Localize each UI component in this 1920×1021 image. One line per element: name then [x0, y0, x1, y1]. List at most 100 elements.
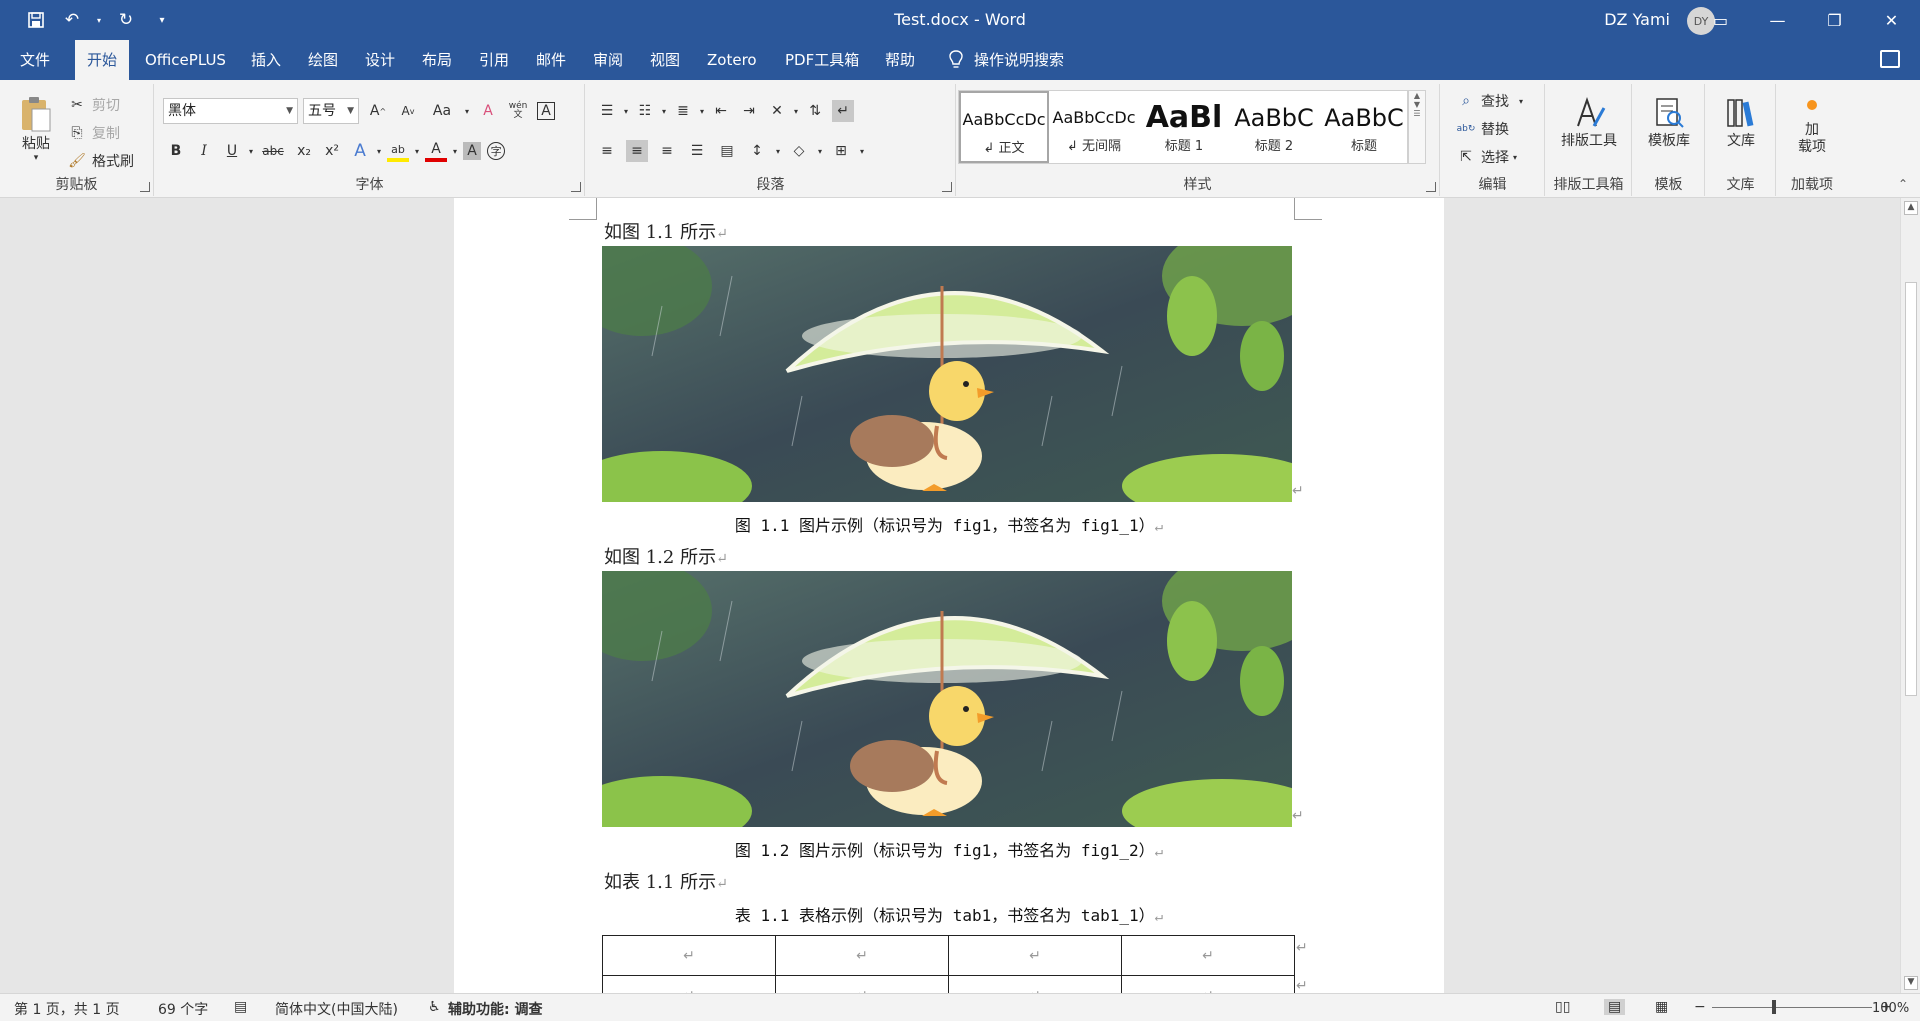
- line-spacing-icon[interactable]: ↕: [746, 140, 768, 162]
- tab-pdf-toolbox[interactable]: PDF工具箱: [773, 40, 871, 80]
- chevron-down-icon[interactable]: ▾: [776, 147, 780, 156]
- zoom-level[interactable]: 100%: [1872, 1001, 1909, 1016]
- figure-caption[interactable]: 图 1.2 图片示例（标识号为 fig1，书签名为 fig1_2）↵: [454, 837, 1444, 861]
- change-case-icon[interactable]: Aa: [427, 100, 457, 122]
- word-count[interactable]: 69 个字: [158, 999, 208, 1019]
- character-border-icon[interactable]: A: [537, 102, 556, 120]
- chevron-down-icon[interactable]: ▾: [453, 147, 457, 156]
- chevron-down-icon[interactable]: ▾: [377, 147, 381, 156]
- font-size-combo[interactable]: 五号 ▼: [303, 98, 359, 124]
- chevron-down-icon[interactable]: ▾: [700, 107, 704, 116]
- select-button[interactable]: ⇱ 选择 ▾: [1455, 146, 1517, 168]
- style-heading-1[interactable]: AaBl 标题 1: [1139, 91, 1229, 163]
- accessibility-status[interactable]: 辅助功能: 调查: [448, 999, 542, 1019]
- clear-formatting-icon[interactable]: A: [477, 100, 499, 122]
- body-paragraph[interactable]: 如表 1.1 所示↵: [604, 868, 728, 894]
- read-mode-icon[interactable]: ▯▯: [1555, 999, 1570, 1015]
- tab-references[interactable]: 引用: [467, 40, 521, 80]
- zoom-slider-handle[interactable]: [1772, 1000, 1776, 1014]
- style-no-spacing[interactable]: AaBbCcDc ↲ 无间隔: [1049, 91, 1139, 163]
- figure-image[interactable]: [602, 571, 1292, 827]
- table-cell[interactable]: ↵: [775, 935, 949, 976]
- styles-gallery-scroll[interactable]: ▲ ▼ ☰: [1408, 90, 1426, 164]
- tab-layout[interactable]: 布局: [410, 40, 464, 80]
- table-cell[interactable]: ↵: [775, 975, 949, 993]
- page-count[interactable]: 第 1 页，共 1 页: [14, 999, 120, 1019]
- typesetting-tool-button[interactable]: 排版工具: [1550, 88, 1628, 158]
- user-name[interactable]: DZ Yami: [1604, 10, 1670, 29]
- multilevel-list-icon[interactable]: ≣: [672, 100, 694, 122]
- shrink-font-icon[interactable]: Av: [397, 100, 419, 122]
- scroll-down-icon[interactable]: ▼: [1904, 976, 1918, 990]
- library-button[interactable]: 文库: [1708, 88, 1774, 158]
- chevron-down-icon[interactable]: ▾: [860, 147, 864, 156]
- font-name-combo[interactable]: 黑体 ▼: [163, 98, 298, 124]
- clipboard-launcher-icon[interactable]: [140, 182, 150, 192]
- style-heading-2[interactable]: AaBbC 标题 2: [1229, 91, 1319, 163]
- distributed-icon[interactable]: ▤: [716, 140, 738, 162]
- grow-font-icon[interactable]: A ^: [367, 100, 389, 122]
- tab-insert[interactable]: 插入: [239, 40, 293, 80]
- minimize-icon[interactable]: —: [1749, 0, 1806, 40]
- table-cell[interactable]: ↵: [602, 975, 776, 993]
- document-table[interactable]: ↵ ↵ ↵ ↵ ↵ ↵ ↵ ↵: [602, 935, 1295, 993]
- comments-icon[interactable]: [1880, 50, 1900, 68]
- numbering-icon[interactable]: ☷: [634, 100, 656, 122]
- style-normal[interactable]: AaBbCcDc ↲ 正文: [959, 91, 1049, 163]
- superscript-icon[interactable]: x²: [321, 140, 343, 162]
- document-workspace[interactable]: 如图 1.1 所示↵ ↵ 图 1.1 图片示例（标识号为 fig1，书签名为 f…: [0, 198, 1900, 993]
- table-cell[interactable]: ↵: [602, 935, 776, 976]
- web-layout-icon[interactable]: ▦: [1655, 999, 1668, 1015]
- underline-icon[interactable]: U: [221, 140, 243, 162]
- decrease-indent-icon[interactable]: ⇤: [710, 100, 732, 122]
- copy-button[interactable]: ⎘ 复制: [66, 122, 120, 144]
- tab-mailings[interactable]: 邮件: [524, 40, 578, 80]
- template-library-button[interactable]: 模板库: [1635, 88, 1703, 158]
- figure-image[interactable]: [602, 246, 1292, 502]
- enclosed-character-icon[interactable]: 字: [487, 142, 506, 160]
- collapse-ribbon-icon[interactable]: ⌃: [1898, 177, 1908, 191]
- phonetic-guide-icon[interactable]: wén 文: [507, 100, 529, 122]
- borders-icon[interactable]: ⊞: [830, 140, 852, 162]
- chevron-down-icon[interactable]: ▾: [794, 107, 798, 116]
- tab-file[interactable]: 文件: [8, 40, 62, 80]
- subscript-icon[interactable]: x₂: [293, 140, 315, 162]
- align-center-icon[interactable]: ≡: [626, 140, 648, 162]
- chevron-down-icon[interactable]: ▾: [249, 147, 253, 156]
- table-cell[interactable]: ↵: [1121, 975, 1295, 993]
- addins-button[interactable]: 加 载项: [1779, 88, 1845, 168]
- chevron-down-icon[interactable]: ▾: [624, 107, 628, 116]
- increase-indent-icon[interactable]: ⇥: [738, 100, 760, 122]
- tell-me-search[interactable]: 操作说明搜索: [948, 40, 1064, 80]
- scroll-thumb[interactable]: [1905, 282, 1917, 696]
- font-color-icon[interactable]: A: [425, 140, 448, 162]
- paragraph-launcher-icon[interactable]: [942, 182, 952, 192]
- align-right-icon[interactable]: ≡: [656, 140, 678, 162]
- table-cell[interactable]: ↵: [948, 975, 1122, 993]
- format-painter-button[interactable]: 🖌 格式刷: [66, 150, 134, 172]
- bold-icon[interactable]: B: [165, 140, 187, 162]
- zoom-slider[interactable]: [1712, 1007, 1872, 1008]
- chinese-layout-icon[interactable]: ✕: [766, 100, 788, 122]
- show-formatting-marks-icon[interactable]: ↵: [832, 100, 855, 122]
- table-cell[interactable]: ↵: [1121, 935, 1295, 976]
- style-title[interactable]: AaBbC 标题: [1319, 91, 1409, 163]
- character-shading-icon[interactable]: A: [463, 142, 482, 160]
- chevron-down-icon[interactable]: ▾: [662, 107, 666, 116]
- body-paragraph[interactable]: 如图 1.2 所示↵: [604, 543, 728, 569]
- align-left-icon[interactable]: ≡: [596, 140, 618, 162]
- tab-help[interactable]: 帮助: [873, 40, 927, 80]
- sort-icon[interactable]: ⇅: [804, 100, 826, 122]
- tab-home[interactable]: 开始: [75, 40, 130, 80]
- italic-icon[interactable]: I: [193, 140, 215, 162]
- text-effects-icon[interactable]: A: [349, 140, 371, 162]
- tab-design[interactable]: 设计: [353, 40, 407, 80]
- document-page[interactable]: 如图 1.1 所示↵ ↵ 图 1.1 图片示例（标识号为 fig1，书签名为 f…: [454, 198, 1444, 993]
- tab-officeplus[interactable]: OfficePLUS: [133, 40, 238, 80]
- vertical-scrollbar[interactable]: ▲ ▼: [1900, 198, 1920, 993]
- find-button[interactable]: ⌕ 查找 ▾: [1455, 90, 1523, 112]
- tab-review[interactable]: 审阅: [581, 40, 635, 80]
- figure-caption[interactable]: 图 1.1 图片示例（标识号为 fig1，书签名为 fig1_1）↵: [454, 512, 1444, 536]
- paste-button[interactable]: 粘贴 ▾: [14, 90, 58, 168]
- font-launcher-icon[interactable]: [571, 182, 581, 192]
